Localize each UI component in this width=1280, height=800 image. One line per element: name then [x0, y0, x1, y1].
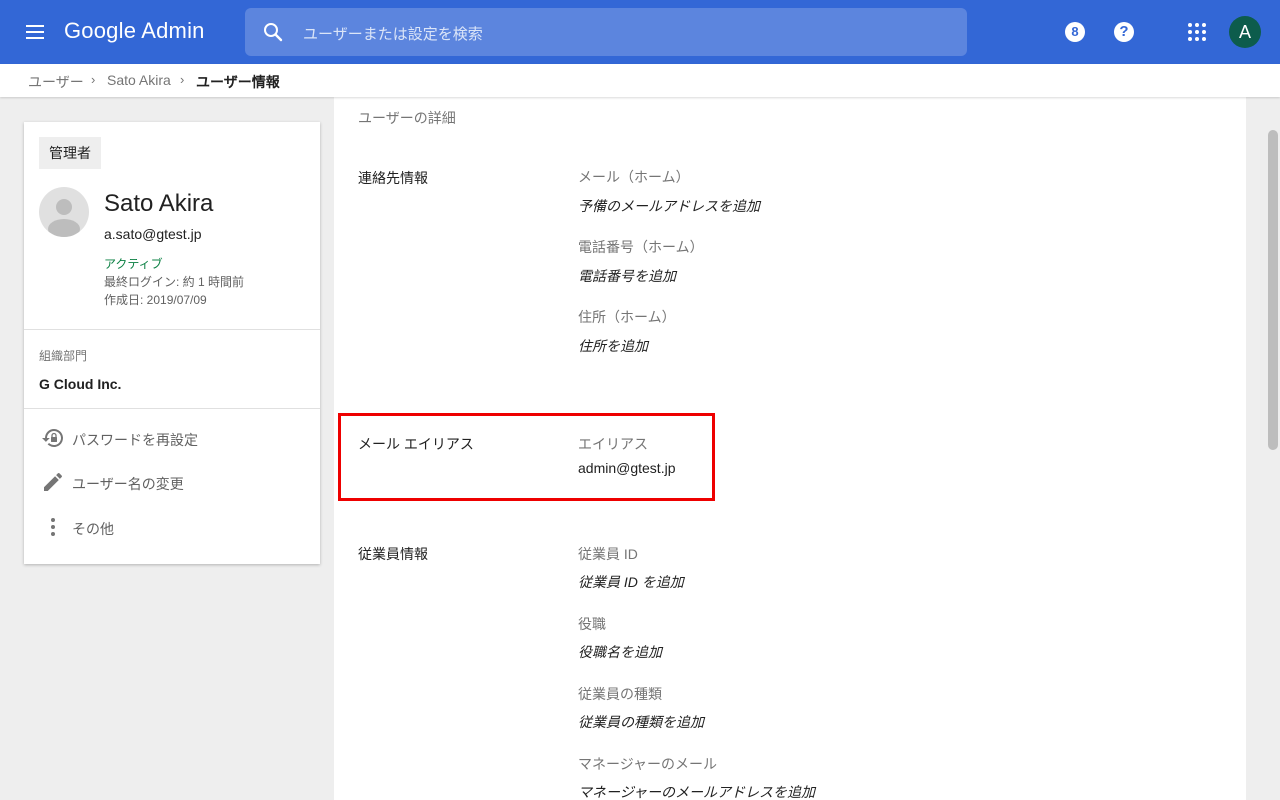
user-details-panel: ユーザーの詳細 連絡先情報 メール（ホーム） 予備のメールアドレスを追加 電話番… — [334, 97, 1246, 800]
add-employee-id-link[interactable]: 従業員 ID を追加 — [578, 572, 684, 592]
divider — [24, 329, 320, 330]
job-title-label: 役職 — [578, 616, 606, 632]
status-badge: アクティブ — [104, 257, 163, 271]
hamburger-menu-icon[interactable] — [24, 22, 46, 42]
divider — [24, 408, 320, 409]
pencil-icon — [44, 472, 63, 491]
person-icon — [48, 199, 80, 237]
created-date: 作成日: 2019/07/09 — [104, 293, 207, 307]
breadcrumb-users[interactable]: ユーザー — [28, 72, 84, 92]
add-job-title-link[interactable]: 役職名を追加 — [578, 642, 662, 662]
user-name: Sato Akira — [104, 190, 214, 217]
alias-section-label: メール エイリアス — [358, 436, 474, 452]
add-home-email-link[interactable]: 予備のメールアドレスを追加 — [578, 196, 760, 216]
account-avatar[interactable]: A — [1229, 16, 1261, 48]
action-label: ユーザー名の変更 — [72, 476, 184, 492]
last-login: 最終ログイン: 約 1 時間前 — [104, 275, 245, 289]
avatar — [39, 187, 89, 237]
more-options-button[interactable]: その他 — [39, 513, 309, 541]
org-unit-value: G Cloud Inc. — [39, 376, 122, 392]
breadcrumb-user[interactable]: Sato Akira — [107, 72, 171, 88]
action-label: その他 — [72, 521, 114, 537]
page-title: ユーザーの詳細 — [358, 110, 456, 126]
add-manager-email-link[interactable]: マネージャーのメールアドレスを追加 — [578, 782, 815, 800]
scrollbar[interactable] — [1262, 97, 1280, 800]
employee-id-label: 従業員 ID — [578, 546, 638, 562]
manager-email-label: マネージャーのメール — [578, 756, 718, 772]
breadcrumb-current: ユーザー情報 — [196, 74, 280, 90]
app-logo[interactable]: Google Admin — [64, 18, 205, 44]
search-icon — [264, 23, 283, 42]
add-employee-type-link[interactable]: 従業員の種類を追加 — [578, 712, 704, 732]
breadcrumb: ユーザー › Sato Akira › ユーザー情報 — [0, 64, 1280, 97]
action-label: パスワードを再設定 — [72, 432, 198, 448]
chevron-right-icon: › — [180, 72, 185, 87]
search-input[interactable]: ユーザーまたは設定を検索 — [303, 23, 483, 44]
more-vert-icon — [51, 518, 55, 536]
support-icon[interactable]: 8 — [1063, 20, 1087, 44]
lock-reset-icon — [42, 429, 63, 447]
alias-value: admin@gtest.jp — [578, 460, 676, 476]
role-badge: 管理者 — [39, 137, 101, 169]
home-address-label: 住所（ホーム） — [578, 309, 676, 325]
scrollbar-thumb[interactable] — [1268, 130, 1278, 450]
add-home-address-link[interactable]: 住所を追加 — [578, 336, 648, 356]
home-phone-label: 電話番号（ホーム） — [578, 239, 704, 255]
alias-highlight-box — [338, 413, 715, 501]
reset-password-button[interactable]: パスワードを再設定 — [39, 424, 309, 452]
apps-grid-icon[interactable] — [1185, 20, 1209, 44]
user-summary-card: 管理者 Sato Akira a.sato@gtest.jp アクティブ 最終ロ… — [24, 122, 320, 564]
employee-type-label: 従業員の種類 — [578, 686, 662, 702]
top-app-bar: Google Admin ユーザーまたは設定を検索 8 ? A — [0, 0, 1280, 64]
search-bar[interactable]: ユーザーまたは設定を検索 — [245, 8, 967, 56]
org-unit-label: 組織部門 — [39, 349, 88, 363]
employee-section-label: 従業員情報 — [358, 546, 428, 562]
user-email: a.sato@gtest.jp — [104, 226, 202, 242]
chevron-right-icon: › — [91, 72, 96, 87]
alias-label: エイリアス — [578, 436, 648, 452]
rename-user-button[interactable]: ユーザー名の変更 — [39, 468, 309, 496]
help-icon[interactable]: ? — [1112, 20, 1136, 44]
add-home-phone-link[interactable]: 電話番号を追加 — [578, 266, 676, 286]
contact-section-label: 連絡先情報 — [358, 170, 428, 186]
home-email-label: メール（ホーム） — [578, 169, 690, 185]
